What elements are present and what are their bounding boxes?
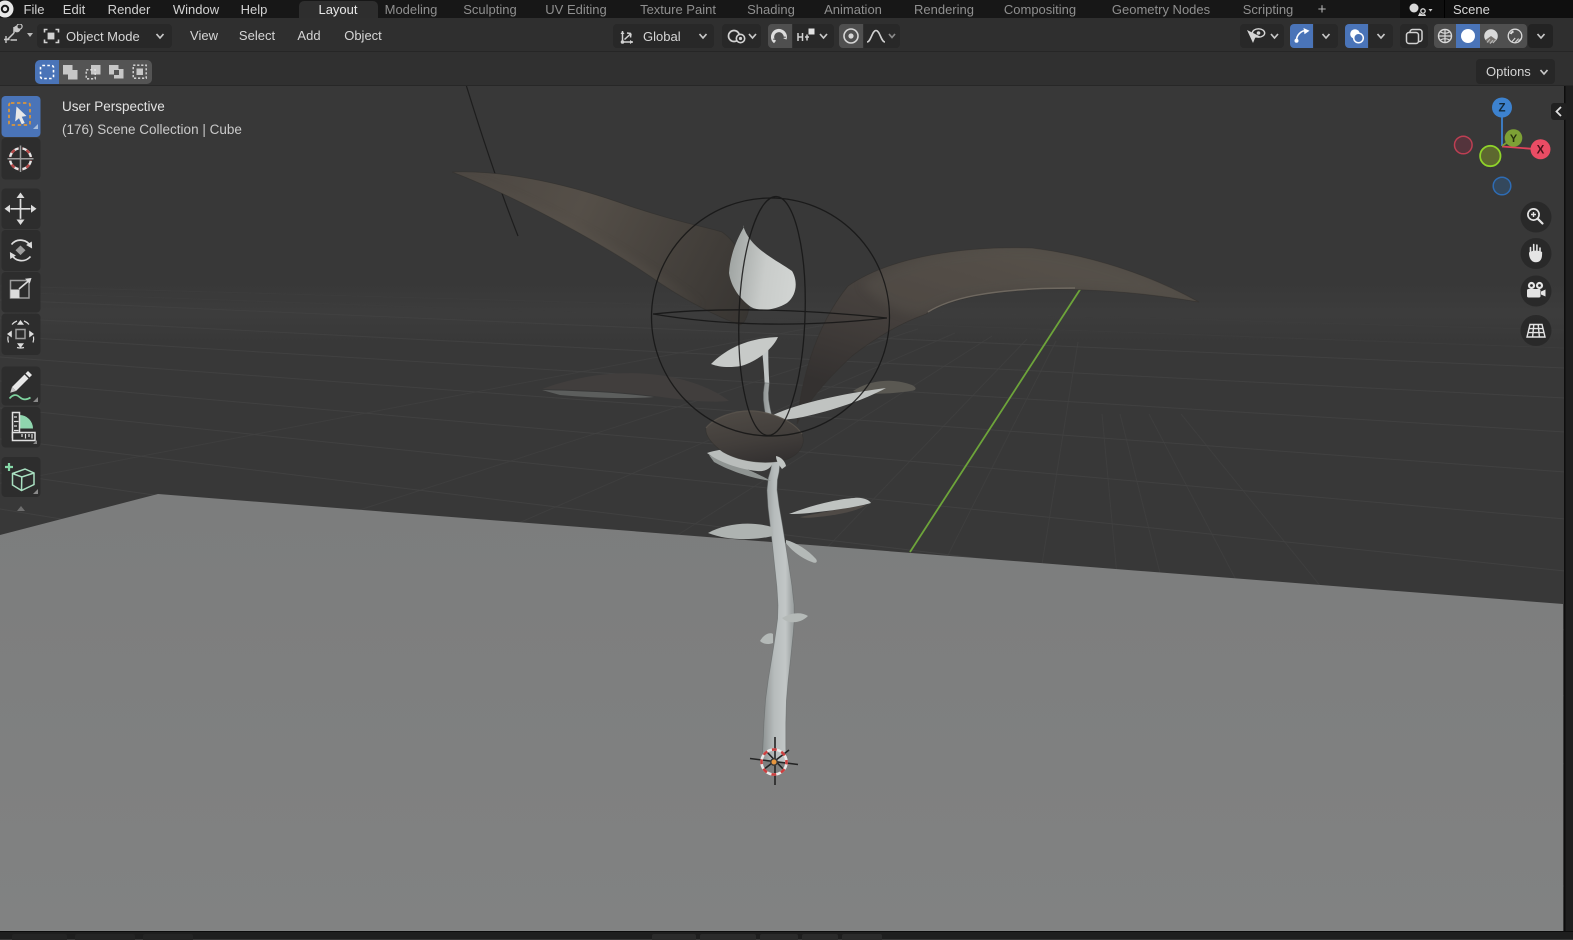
svg-text:X: X	[1537, 145, 1545, 157]
svg-text:Y: Y	[1510, 133, 1518, 145]
svg-text:Z: Z	[1498, 103, 1505, 115]
svg-text:(176) Scene Collection | Cube: (176) Scene Collection | Cube	[62, 122, 242, 137]
svg-text:User Perspective: User Perspective	[62, 99, 165, 114]
